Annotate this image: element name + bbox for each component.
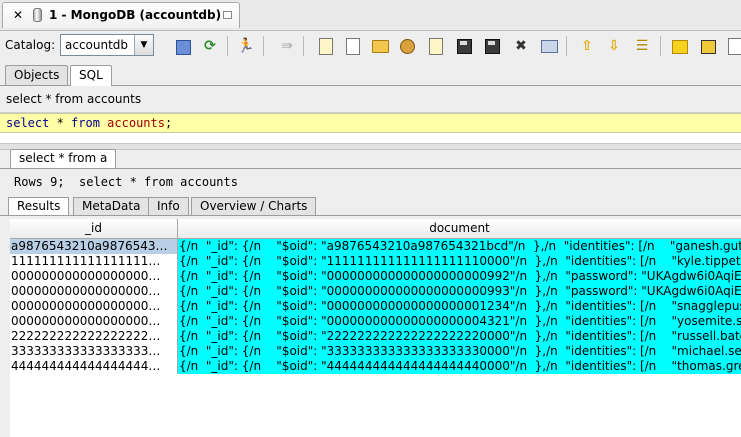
cell-document[interactable]: {/n "_id": {/n "$oid": "a9876543210a9876… (178, 239, 741, 254)
window-tab[interactable]: ✕ 1 - MongoDB (accountdb) (2, 2, 240, 28)
table-row[interactable]: 000000000000000000… {/n "_id": {/n "$oid… (10, 299, 741, 314)
keyword-from: from (71, 116, 100, 130)
tab-info-label: Info (157, 199, 180, 213)
table-row[interactable]: 000000000000000000… {/n "_id": {/n "$oid… (10, 314, 741, 329)
cell-id[interactable]: 000000000000000000… (10, 299, 178, 314)
cell-id[interactable]: 000000000000000000… (10, 314, 178, 329)
catalog-label: Catalog: (5, 38, 56, 52)
catalog-select[interactable]: accountdb ▼ (60, 34, 154, 56)
editor-semicolon: ; (164, 116, 173, 130)
cell-document[interactable]: {/n "_id": {/n "$oid": "4444444444444444… (178, 359, 741, 374)
tab-sql-label: SQL (79, 68, 103, 82)
keyword-select: select (6, 116, 50, 130)
open-folder-icon[interactable] (369, 35, 391, 57)
execute-icon[interactable]: 🏃 (235, 35, 257, 57)
delete-icon[interactable]: ✖ (510, 35, 532, 57)
editor-table-name: accounts (99, 116, 165, 130)
table-row[interactable]: 333333333333333333… {/n "_id": {/n "$oid… (10, 344, 741, 359)
cell-id[interactable]: 000000000000000000… (10, 269, 178, 284)
table-row[interactable]: 000000000000000000… {/n "_id": {/n "$oid… (10, 284, 741, 299)
tab-info[interactable]: Info (148, 197, 189, 215)
database-icon (33, 8, 42, 22)
cell-document[interactable]: {/n "_id": {/n "$oid": "2222222222222222… (178, 329, 741, 344)
result-tab-label: select * from a (19, 151, 108, 165)
cell-document[interactable]: {/n "_id": {/n "$oid": "0000000000000000… (178, 269, 741, 284)
cell-document[interactable]: {/n "_id": {/n "$oid": "1111111111111111… (178, 254, 741, 269)
column-header-id[interactable]: _id (10, 219, 178, 238)
tab-result-query[interactable]: select * from a (10, 149, 117, 168)
tab-objects[interactable]: Objects (5, 65, 69, 85)
doc-icon[interactable] (724, 35, 741, 57)
cell-document[interactable]: {/n "_id": {/n "$oid": "0000000000000000… (178, 299, 741, 314)
sql-history-text: select * from accounts (6, 92, 142, 106)
tab-sql[interactable]: SQL (70, 65, 112, 86)
list-icon[interactable]: ☰ (631, 35, 653, 57)
print-icon[interactable] (538, 35, 560, 57)
cell-id[interactable]: 444444444444444444… (10, 359, 178, 374)
rows-info: Rows 9; select * from accounts (14, 175, 238, 189)
tab-results[interactable]: Results (8, 197, 70, 215)
cell-id[interactable]: 000000000000000000… (10, 284, 178, 299)
sql-editor[interactable]: select * from accounts; (0, 113, 741, 133)
chevron-down-icon[interactable]: ▼ (134, 35, 153, 55)
view-tabs: Objects SQL (0, 63, 741, 86)
table-row[interactable]: 444444444444444444… {/n "_id": {/n "$oid… (10, 359, 741, 374)
results-grid[interactable]: _id document a9876543210a9876543… {/n "_… (10, 219, 741, 437)
tab-overview-charts[interactable]: Overview / Charts (191, 197, 317, 215)
save-icon[interactable] (453, 35, 475, 57)
commit-icon[interactable]: ⟳ (199, 35, 221, 57)
catalog-value: accountdb (65, 38, 129, 52)
format-icon[interactable]: ⇛ (276, 35, 298, 57)
result-tabs: select * from a (0, 149, 741, 169)
arrow-down-icon[interactable]: ⇩ (603, 35, 625, 57)
sql-editor-area[interactable] (0, 133, 741, 143)
tab-objects-label: Objects (14, 68, 60, 82)
edit-icon[interactable] (342, 35, 364, 57)
connect-icon[interactable] (396, 35, 418, 57)
cell-id[interactable]: a9876543210a9876543… (10, 239, 178, 254)
cell-document[interactable]: {/n "_id": {/n "$oid": "0000000000000000… (178, 314, 741, 329)
window-icon[interactable] (697, 35, 719, 57)
grid-header: _id document (10, 219, 741, 239)
tab-metadata-label: MetaData (82, 199, 141, 213)
table-row[interactable]: 222222222222222222… {/n "_id": {/n "$oid… (10, 329, 741, 344)
window-tab-bar: ✕ 1 - MongoDB (accountdb) (0, 0, 741, 31)
close-tab-icon[interactable]: ✕ (13, 8, 23, 22)
table-row[interactable]: 111111111111111111… {/n "_id": {/n "$oid… (10, 254, 741, 269)
run-icon[interactable] (172, 35, 194, 57)
copy-icon[interactable] (425, 35, 447, 57)
result-sub-tabs: Results MetaData Info Overview / Charts (0, 195, 741, 216)
cell-document[interactable]: {/n "_id": {/n "$oid": "0000000000000000… (178, 284, 741, 299)
tab-overview-charts-label: Overview / Charts (200, 199, 308, 213)
arrow-up-icon[interactable]: ⇧ (576, 35, 598, 57)
save-as-icon[interactable] (481, 35, 503, 57)
tab-metadata[interactable]: MetaData (73, 197, 150, 215)
new-file-icon[interactable] (315, 35, 337, 57)
table-row[interactable]: a9876543210a9876543… {/n "_id": {/n "$oi… (10, 239, 741, 254)
cell-document[interactable]: {/n "_id": {/n "$oid": "3333333333333333… (178, 344, 741, 359)
sql-history-combo[interactable]: select * from accounts (0, 86, 741, 113)
editor-star: * (49, 116, 72, 130)
table-row[interactable]: 000000000000000000… {/n "_id": {/n "$oid… (10, 269, 741, 284)
cell-id[interactable]: 333333333333333333… (10, 344, 178, 359)
toolbar: Catalog: accountdb ▼ ⟳ 🏃 ⇛ ✖ ⇧ ⇩ ☰ (0, 31, 741, 61)
cell-id[interactable]: 222222222222222222… (10, 329, 178, 344)
column-header-document[interactable]: document (178, 219, 741, 238)
tab-results-label: Results (17, 199, 61, 213)
window-tab-title: 1 - MongoDB (accountdb) (49, 8, 222, 22)
restore-icon[interactable] (223, 11, 232, 19)
panel-icon[interactable] (669, 35, 691, 57)
cell-id[interactable]: 111111111111111111… (10, 254, 178, 269)
